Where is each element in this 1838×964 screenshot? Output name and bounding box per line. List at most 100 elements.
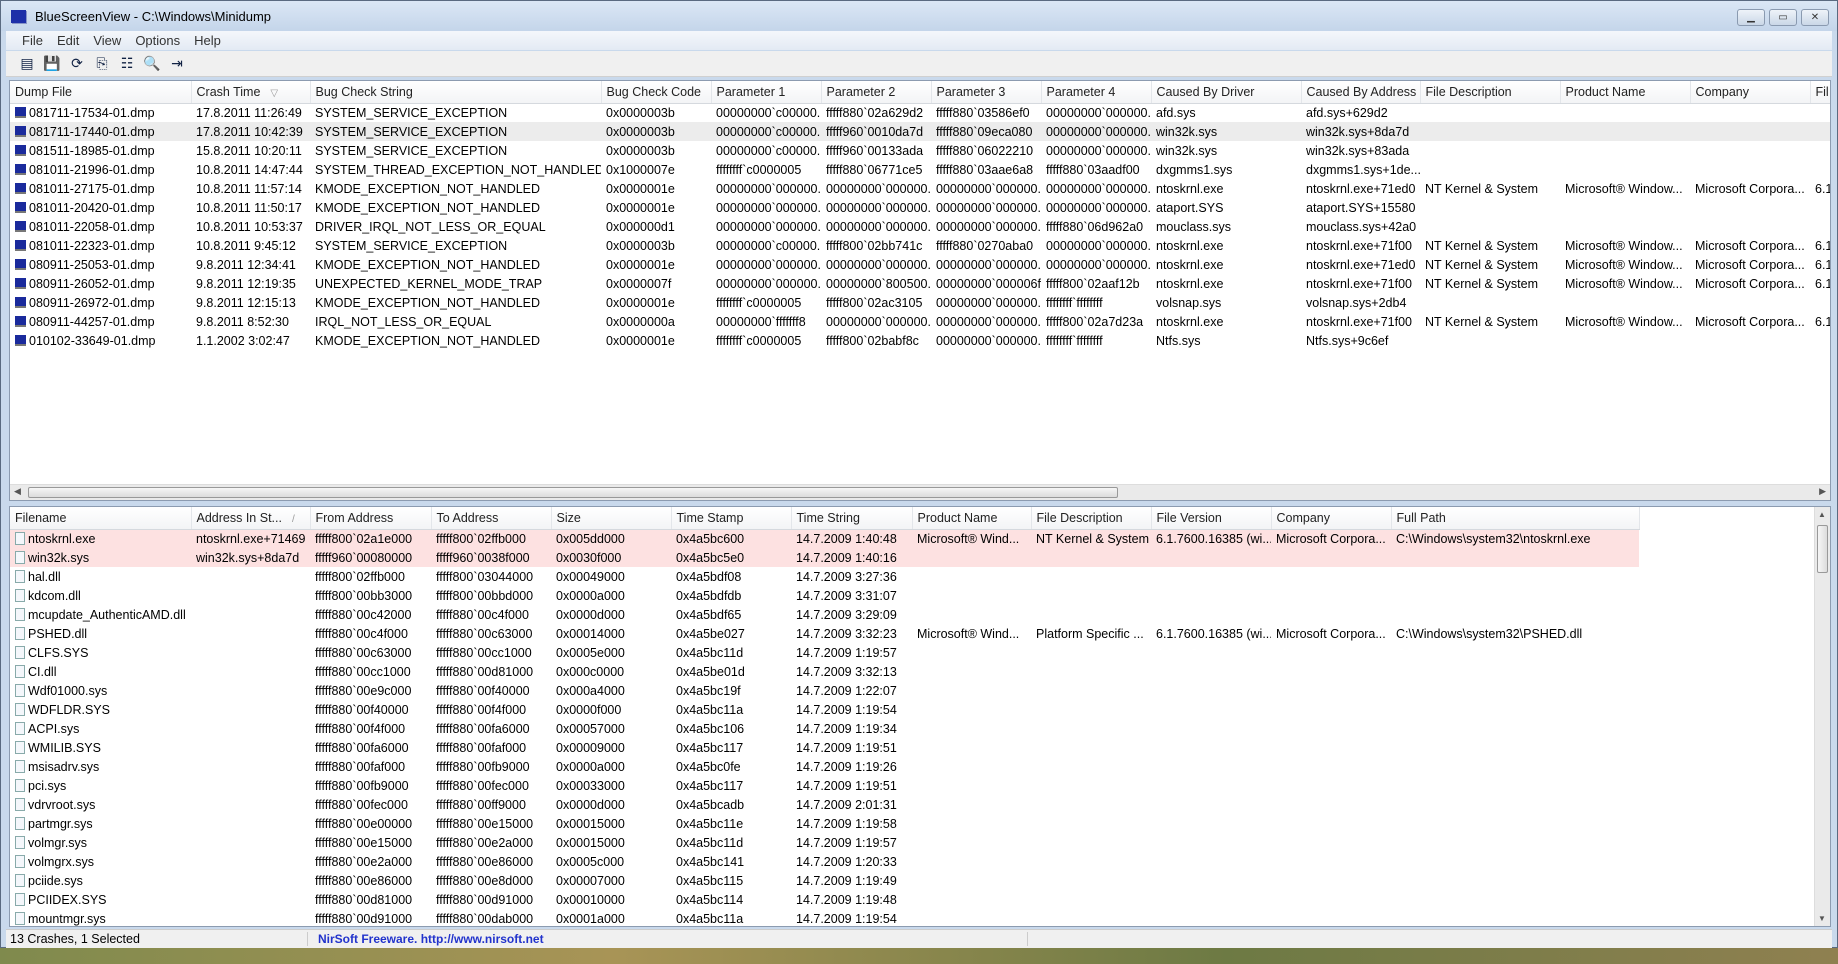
- column-header-time-string[interactable]: Time String: [791, 507, 913, 530]
- table-row[interactable]: 081011-22058-01.dmp 10.8.2011 10:53:37 DRI…: [10, 217, 1830, 236]
- column-header-dump-file[interactable]: Dump File: [10, 81, 192, 104]
- maximize-button[interactable]: ▭: [1769, 9, 1797, 26]
- scroll-right-icon[interactable]: ▶: [1819, 486, 1826, 497]
- minimize-button[interactable]: ▁: [1737, 9, 1765, 26]
- table-row[interactable]: 081011-21996-01.dmp 10.8.2011 14:47:44 SYS…: [10, 160, 1830, 179]
- scrollbar-thumb[interactable]: [28, 487, 1118, 498]
- column-header-product-name[interactable]: Product Name: [912, 507, 1032, 530]
- table-row[interactable]: 081711-17440-01.dmp 17.8.2011 10:42:39 SYS…: [10, 122, 1830, 141]
- table-row[interactable]: volmgrx.sys fffff880`00e2a000 fffff880`00e…: [10, 852, 1639, 871]
- column-header-to-address[interactable]: To Address: [431, 507, 552, 530]
- column-header-caused-by-address[interactable]: Caused By Address: [1301, 81, 1421, 104]
- menu-view[interactable]: View: [87, 33, 129, 48]
- table-row[interactable]: WDFLDR.SYS fffff880`00f40000 fffff880`00f4…: [10, 700, 1639, 719]
- column-header-parameter-4[interactable]: Parameter 4: [1041, 81, 1152, 104]
- table-row[interactable]: win32k.sys win32k.sys+8da7d fffff960`00080…: [10, 548, 1639, 567]
- table-row[interactable]: PCIIDEX.SYS fffff880`00d81000 fffff880`00d…: [10, 890, 1639, 909]
- cell-crash-time: 15.8.2011 10:20:11: [191, 141, 310, 160]
- column-header-full-path[interactable]: Full Path: [1391, 507, 1640, 530]
- column-header-company[interactable]: Company: [1271, 507, 1392, 530]
- table-row[interactable]: 080911-44257-01.dmp 9.8.2011 8:52:30 IRQL_…: [10, 312, 1830, 331]
- driver-list[interactable]: Filename Address In St... / From Address To …: [9, 506, 1831, 927]
- horizontal-scrollbar[interactable]: ◀ ▶: [10, 484, 1830, 500]
- cell-text: NT Kernel & System: [1425, 276, 1539, 291]
- table-row[interactable]: vdrvroot.sys fffff880`00fec000 fffff880`00…: [10, 795, 1639, 814]
- column-header-product-name[interactable]: Product Name: [1560, 81, 1691, 104]
- table-row[interactable]: 081711-17534-01.dmp 17.8.2011 11:26:49 SYS…: [10, 103, 1830, 122]
- table-row[interactable]: WMILIB.SYS fffff880`00fa6000 fffff880`00fa…: [10, 738, 1639, 757]
- menu-options[interactable]: Options: [129, 33, 188, 48]
- vertical-scrollbar[interactable]: ▲ ▼: [1814, 507, 1830, 926]
- table-row[interactable]: 081011-20420-01.dmp 10.8.2011 11:50:17 KMO…: [10, 198, 1830, 217]
- table-row[interactable]: kdcom.dll fffff800`00bb3000 fffff800`00bbd…: [10, 586, 1639, 605]
- column-header-size[interactable]: Size: [551, 507, 672, 530]
- table-row[interactable]: 010102-33649-01.dmp 1.1.2002 3:02:47 KMODE…: [10, 331, 1830, 350]
- title-bar: BlueScreenView - C:\Windows\Minidump ▁ ▭…: [1, 1, 1837, 31]
- table-row[interactable]: mountmgr.sys fffff880`00d91000 fffff880`00…: [10, 909, 1639, 926]
- menu-file[interactable]: File: [16, 33, 51, 48]
- column-header-crash-time[interactable]: Crash Time ▽: [191, 81, 311, 104]
- column-header-time-stamp[interactable]: Time Stamp: [671, 507, 792, 530]
- table-row[interactable]: ACPI.sys fffff880`00f4f000 fffff880`00fa60…: [10, 719, 1639, 738]
- table-row[interactable]: 081511-18985-01.dmp 15.8.2011 10:20:11 SYS…: [10, 141, 1830, 160]
- cell-product-name: [912, 700, 1031, 719]
- menu-edit[interactable]: Edit: [51, 33, 87, 48]
- menu-help[interactable]: Help: [188, 33, 229, 48]
- copy-button[interactable]: ⎘: [93, 55, 111, 73]
- driver-file-icon: [15, 607, 25, 621]
- table-row[interactable]: PSHED.dll fffff880`00c4f000 fffff880`00c63…: [10, 624, 1639, 643]
- nirsoft-link[interactable]: NirSoft Freeware. http://www.nirsoft.net: [308, 932, 1028, 946]
- table-row[interactable]: msisadrv.sys fffff880`00faf000 fffff880`00…: [10, 757, 1639, 776]
- save-button[interactable]: 💾: [43, 55, 61, 73]
- cell-fil: [1810, 141, 1830, 160]
- column-header-file-description[interactable]: File Description: [1420, 81, 1561, 104]
- cell-parameter-3: fffff880`03aae6a8: [931, 160, 1041, 179]
- column-header-parameter-2[interactable]: Parameter 2: [821, 81, 932, 104]
- close-button[interactable]: ✕: [1801, 9, 1829, 26]
- column-header-file-description[interactable]: File Description: [1031, 507, 1152, 530]
- column-header-parameter-1[interactable]: Parameter 1: [711, 81, 822, 104]
- table-row[interactable]: 081011-22323-01.dmp 10.8.2011 9:45:12 SYST…: [10, 236, 1830, 255]
- column-header-fil[interactable]: Fil: [1810, 81, 1830, 104]
- properties-button[interactable]: ☷: [118, 55, 136, 73]
- refresh-button[interactable]: ⟳: [68, 55, 86, 73]
- scroll-up-icon[interactable]: ▲: [1818, 510, 1826, 519]
- table-row[interactable]: 081011-27175-01.dmp 10.8.2011 11:57:14 KMO…: [10, 179, 1830, 198]
- cell-text: 00000000`000006f8: [936, 276, 1041, 291]
- driver-file-icon: [15, 702, 25, 716]
- column-header-parameter-3[interactable]: Parameter 3: [931, 81, 1042, 104]
- table-row[interactable]: 080911-25053-01.dmp 9.8.2011 12:34:41 KMOD…: [10, 255, 1830, 274]
- column-header-file-version[interactable]: File Version: [1151, 507, 1272, 530]
- driver-file-icon: [15, 683, 25, 697]
- cell-file-description: [1420, 198, 1560, 217]
- cell-text: fffff880`00c63000: [436, 626, 533, 641]
- table-row[interactable]: Wdf01000.sys fffff880`00e9c000 fffff880`00…: [10, 681, 1639, 700]
- column-header-company[interactable]: Company: [1690, 81, 1811, 104]
- scrollbar-thumb[interactable]: [1817, 525, 1828, 573]
- column-header-filename[interactable]: Filename: [10, 507, 192, 530]
- column-header-address-in-st[interactable]: Address In St... /: [191, 507, 311, 530]
- scroll-left-icon[interactable]: ◀: [14, 486, 21, 497]
- column-header-from-address[interactable]: From Address: [310, 507, 432, 530]
- table-row[interactable]: pciide.sys fffff880`00e86000 fffff880`00e8…: [10, 871, 1639, 890]
- table-row[interactable]: pci.sys fffff880`00fb9000 fffff880`00fec00…: [10, 776, 1639, 795]
- table-row[interactable]: 080911-26972-01.dmp 9.8.2011 12:15:13 KMOD…: [10, 293, 1830, 312]
- table-row[interactable]: volmgr.sys fffff880`00e15000 fffff880`00e2…: [10, 833, 1639, 852]
- table-row[interactable]: partmgr.sys fffff880`00e00000 fffff880`00e…: [10, 814, 1639, 833]
- table-row[interactable]: 080911-26052-01.dmp 9.8.2011 12:19:35 UNEX…: [10, 274, 1830, 293]
- crash-list[interactable]: Dump File Crash Time ▽ Bug Check String Bug …: [9, 80, 1831, 501]
- find-button[interactable]: 🔍: [143, 55, 161, 73]
- table-row[interactable]: ntoskrnl.exe ntoskrnl.exe+71469 fffff800`0…: [10, 529, 1639, 548]
- table-row[interactable]: CLFS.SYS fffff880`00c63000 fffff880`00cc10…: [10, 643, 1639, 662]
- column-header-bug-check-code[interactable]: Bug Check Code: [601, 81, 712, 104]
- table-row[interactable]: mcupdate_AuthenticAMD.dll fffff880`00c420…: [10, 605, 1639, 624]
- table-row[interactable]: hal.dll fffff800`02ffb000 fffff800`0304400…: [10, 567, 1639, 586]
- cell-time-string: 14.7.2009 1:19:57: [791, 833, 912, 852]
- exit-button[interactable]: ⇥: [168, 55, 186, 73]
- table-row[interactable]: CI.dll fffff880`00cc1000 fffff880`00d81000…: [10, 662, 1639, 681]
- column-header-bug-check-string[interactable]: Bug Check String: [310, 81, 602, 104]
- column-header-caused-by-driver[interactable]: Caused By Driver: [1151, 81, 1302, 104]
- html-report-button[interactable]: ▤: [18, 55, 36, 73]
- scroll-down-icon[interactable]: ▼: [1818, 914, 1826, 923]
- cell-fil: 6.1: [1810, 179, 1830, 198]
